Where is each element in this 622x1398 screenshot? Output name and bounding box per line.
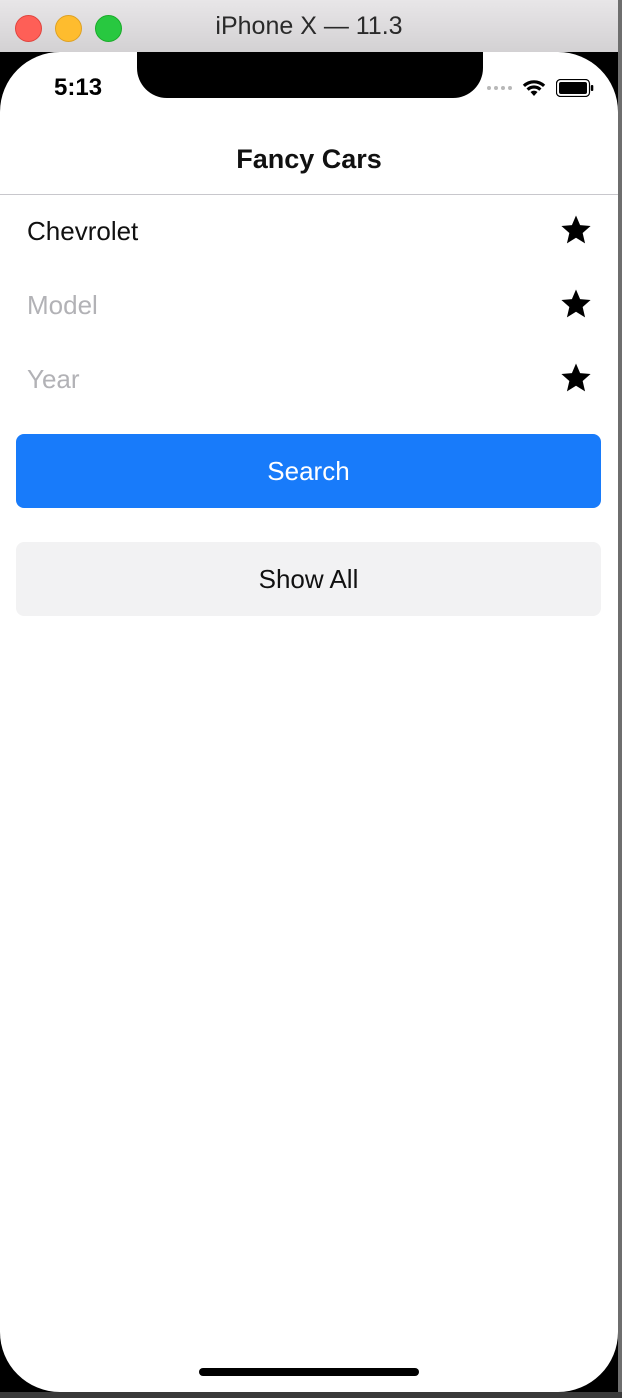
device-notch <box>137 52 483 98</box>
battery-icon <box>556 79 594 97</box>
home-indicator[interactable] <box>199 1368 419 1376</box>
make-input[interactable] <box>27 209 507 253</box>
status-indicators <box>487 78 594 98</box>
background-window-edge <box>618 0 622 1398</box>
make-field-row <box>0 195 618 269</box>
navigation-bar: Fancy Cars <box>0 128 618 195</box>
wifi-icon <box>522 80 546 96</box>
model-field-row <box>0 269 618 343</box>
page-title: Fancy Cars <box>236 144 382 174</box>
simulator-window: iPhone X — 11.3 5:13 Fancy Cars Chevrole… <box>0 0 618 1398</box>
desktop-edge <box>0 1392 622 1398</box>
year-field-row <box>0 343 618 417</box>
star-icon[interactable] <box>559 361 593 395</box>
year-input[interactable] <box>27 357 507 401</box>
device-screen: 5:13 Fancy Cars Chevrolet Model Year Sea… <box>0 52 618 1392</box>
model-input[interactable] <box>27 283 507 327</box>
window-titlebar[interactable]: iPhone X — 11.3 <box>0 0 618 53</box>
search-button[interactable]: Search <box>16 434 601 508</box>
star-icon[interactable] <box>559 287 593 321</box>
status-time: 5:13 <box>54 74 103 101</box>
phone-display: 5:13 Fancy Cars Chevrolet Model Year Sea… <box>0 52 618 1392</box>
cellular-signal-icon <box>487 86 512 90</box>
star-icon[interactable] <box>559 213 593 247</box>
window-title: iPhone X — 11.3 <box>215 12 403 40</box>
show-all-button[interactable]: Show All <box>16 542 601 616</box>
